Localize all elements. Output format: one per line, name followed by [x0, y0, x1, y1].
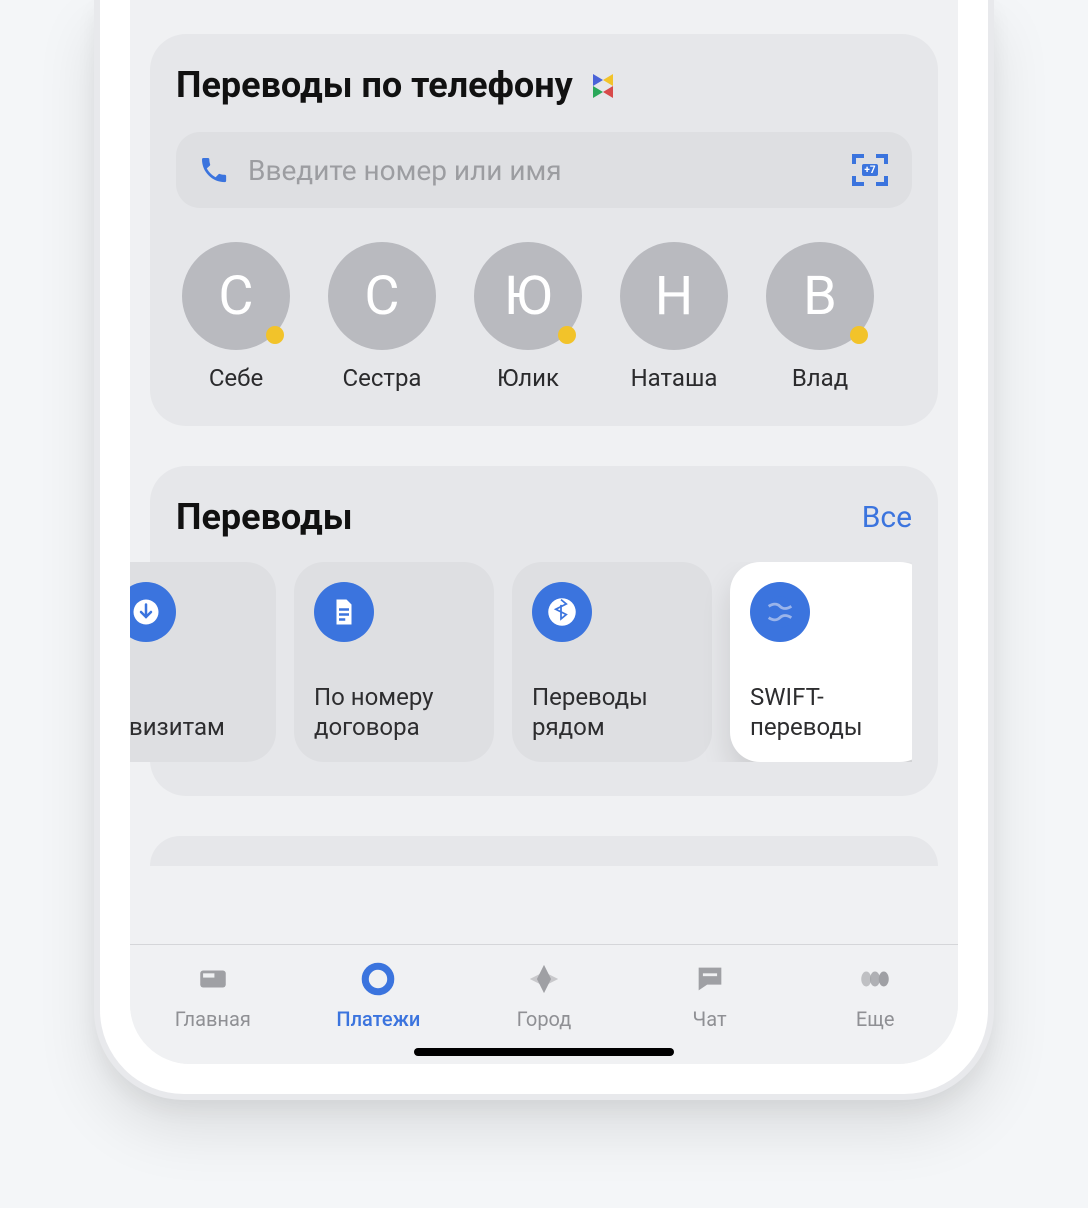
- scan-number-button[interactable]: +7: [850, 150, 890, 190]
- device-frame: Переводы по телефону: [94, 0, 994, 1100]
- avatar-initial: С: [364, 265, 399, 328]
- tab-label: Чат: [693, 1007, 727, 1031]
- transfers-all-link[interactable]: Все: [862, 500, 912, 535]
- transfer-tile-globe[interactable]: SWIFT-переводы: [730, 562, 912, 762]
- device-button-power: [988, 80, 994, 220]
- contact-Наташа[interactable]: Н Наташа: [614, 242, 734, 392]
- contact-Влад[interactable]: В Влад: [760, 242, 880, 392]
- circle-icon: [358, 959, 398, 999]
- contact-name: Себе: [209, 364, 263, 392]
- avatar-initial: В: [803, 265, 837, 328]
- contact-Сестра[interactable]: С Сестра: [322, 242, 442, 392]
- avatar-initial: Ю: [504, 265, 552, 328]
- avatar: Н: [620, 242, 728, 350]
- globe-icon: [750, 582, 810, 642]
- phone-icon: [198, 154, 230, 186]
- avatar: С: [182, 242, 290, 350]
- sbp-icon: [587, 69, 619, 101]
- tab-label: Еще: [856, 1007, 895, 1031]
- tile-label: квизитам: [130, 712, 256, 742]
- tile-label: По номеру договора: [314, 682, 474, 742]
- tab-home[interactable]: Главная: [138, 959, 288, 1031]
- contact-name: Юлик: [497, 364, 559, 392]
- screen: Переводы по телефону: [130, 0, 958, 1064]
- phone-section-title-row: Переводы по телефону: [176, 64, 912, 106]
- contact-name: Сестра: [343, 364, 422, 392]
- status-dot-icon: [558, 326, 576, 344]
- stage: Переводы по телефону: [0, 0, 1088, 1208]
- bt-icon: [532, 582, 592, 642]
- avatar-initial: С: [218, 265, 253, 328]
- contact-name: Наташа: [631, 364, 718, 392]
- tab-more[interactable]: Еще: [800, 959, 950, 1031]
- svg-text:+7: +7: [864, 165, 875, 176]
- avatar: Ю: [474, 242, 582, 350]
- transfer-tiles-row[interactable]: квизитам По номеру договора Переводы ряд…: [130, 562, 912, 762]
- tile-label: SWIFT-переводы: [750, 682, 910, 742]
- contacts-row[interactable]: С Себе С Сестра Ю Юлик Н Наташа В Влад: [176, 242, 912, 392]
- content-scroll[interactable]: Переводы по телефону: [130, 0, 958, 944]
- tab-circle[interactable]: Платежи: [303, 959, 453, 1031]
- card-peek-bottom: [150, 836, 938, 866]
- transfer-tile-doc[interactable]: По номеру договора: [294, 562, 494, 762]
- phone-section-title: Переводы по телефону: [176, 64, 573, 106]
- transfers-header: Переводы Все: [176, 496, 912, 538]
- status-dot-icon: [850, 326, 868, 344]
- status-dot-icon: [266, 326, 284, 344]
- chat-icon: [690, 959, 730, 999]
- transfer-tile-recv[interactable]: квизитам: [130, 562, 276, 762]
- transfers-title: Переводы: [176, 496, 353, 538]
- tab-diamond[interactable]: Город: [469, 959, 619, 1031]
- phone-input-placeholder: Введите номер или имя: [248, 154, 832, 187]
- contact-Себе[interactable]: С Себе: [176, 242, 296, 392]
- avatar-initial: Н: [655, 265, 694, 328]
- avatar: С: [328, 242, 436, 350]
- phone-search-input[interactable]: Введите номер или имя +7: [176, 132, 912, 208]
- tab-bar: Главная Платежи Город Чат Еще: [130, 944, 958, 1064]
- diamond-icon: [524, 959, 564, 999]
- home-indicator: [414, 1048, 674, 1056]
- tab-label: Город: [517, 1007, 572, 1031]
- home-icon: [193, 959, 233, 999]
- tab-chat[interactable]: Чат: [635, 959, 785, 1031]
- doc-icon: [314, 582, 374, 642]
- tile-label: Переводы рядом: [532, 682, 692, 742]
- phone-transfers-card: Переводы по телефону: [150, 34, 938, 426]
- tab-label: Главная: [175, 1007, 251, 1031]
- device-button-volume: [94, 180, 100, 290]
- device-button-mute: [94, 70, 100, 150]
- avatar: В: [766, 242, 874, 350]
- contact-name: Влад: [792, 364, 848, 392]
- transfer-tile-bt[interactable]: Переводы рядом: [512, 562, 712, 762]
- recv-icon: [130, 582, 176, 642]
- transfers-card: Переводы Все квизитам По номеру договора…: [150, 466, 938, 796]
- contact-Юлик[interactable]: Ю Юлик: [468, 242, 588, 392]
- tab-label: Платежи: [336, 1007, 420, 1031]
- more-icon: [855, 959, 895, 999]
